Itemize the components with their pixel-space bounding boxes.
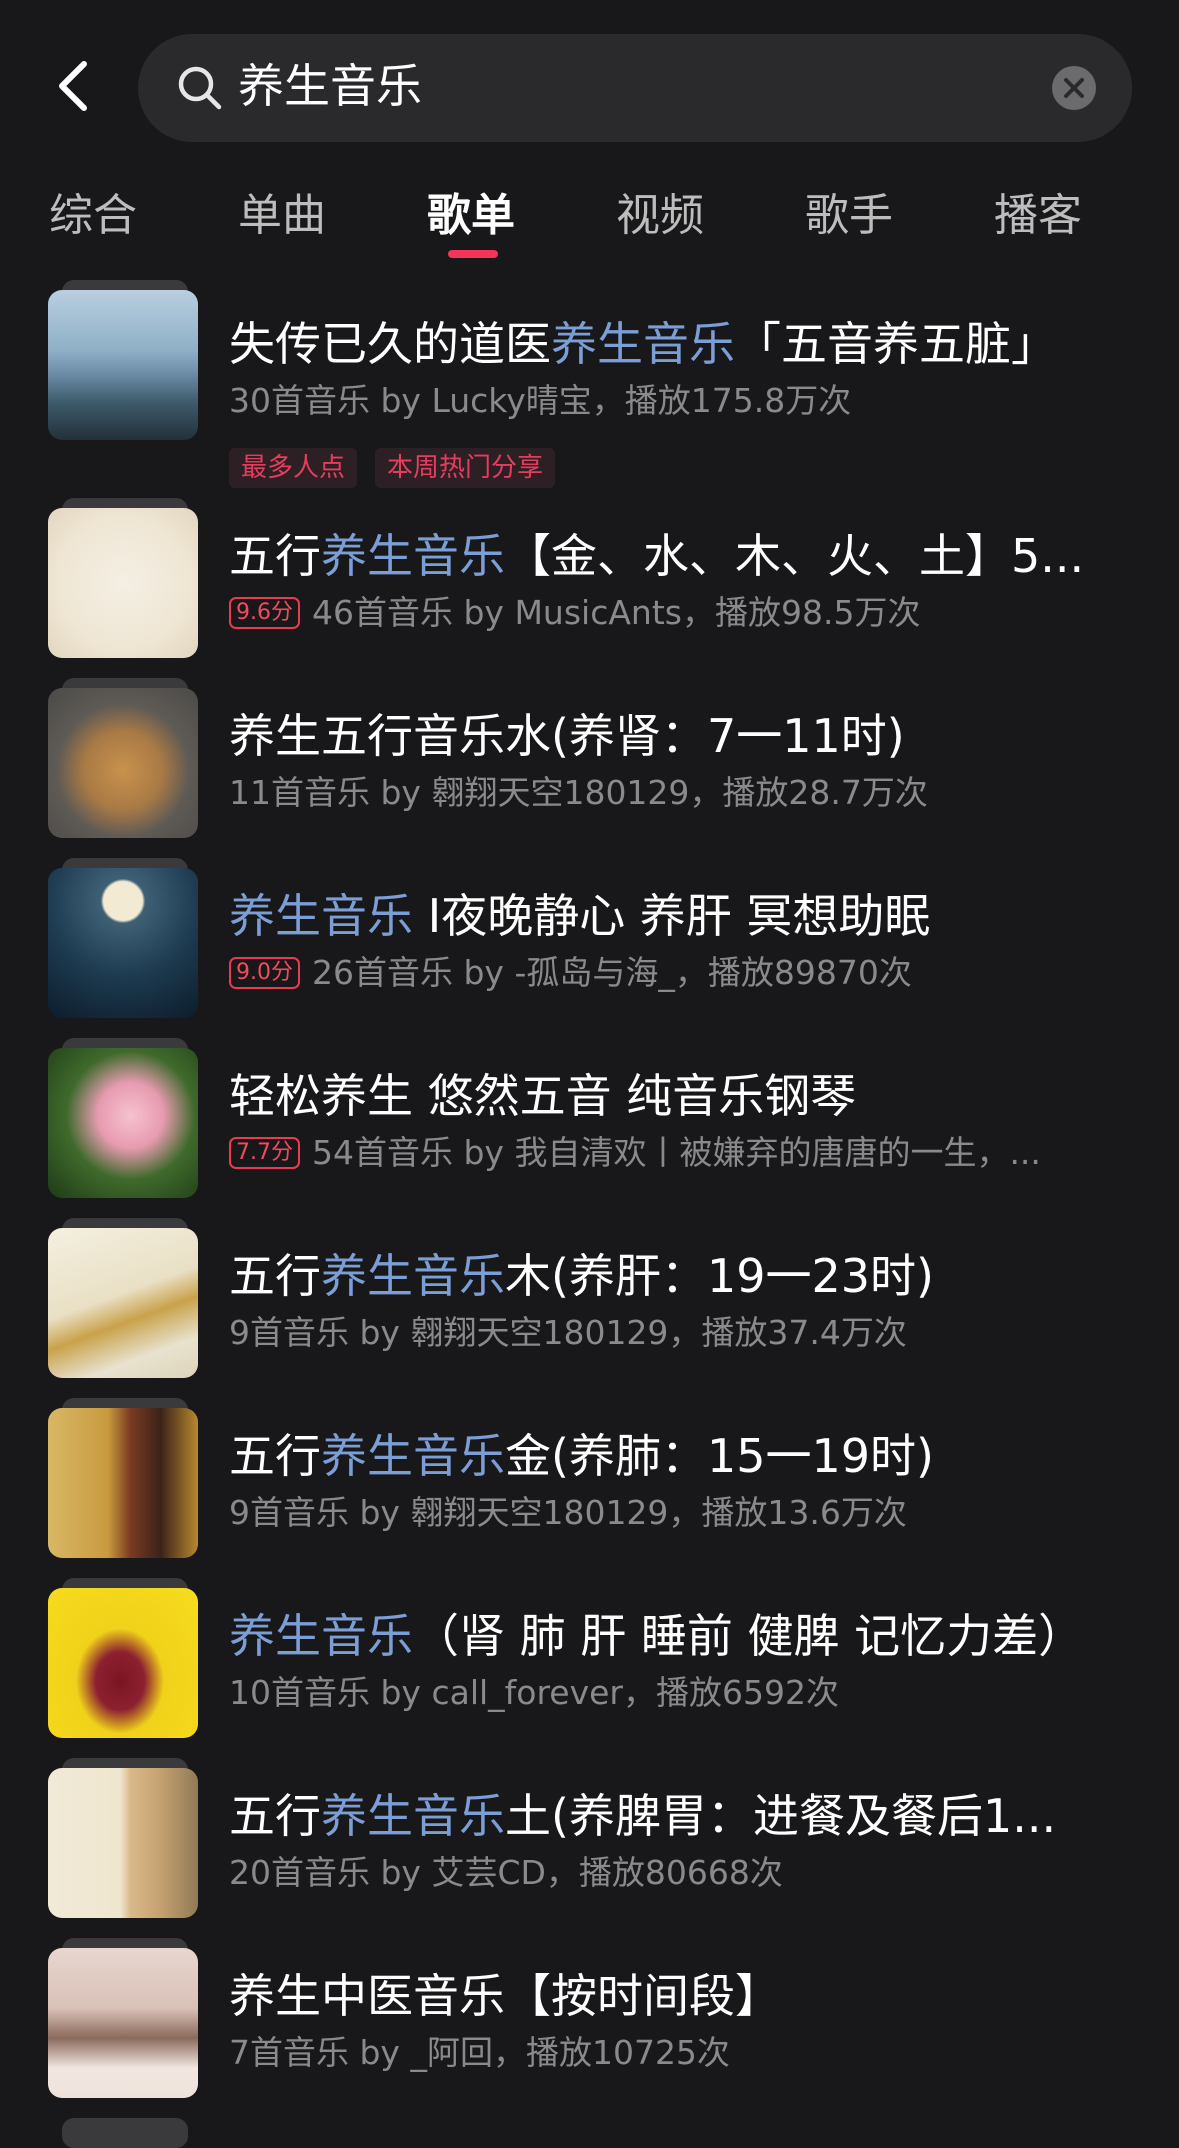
playlist-meta: 9首音乐 by 翱翔天空180129，播放13.6万次 — [229, 1493, 907, 1532]
playlist-title: 养生音乐（肾 肺 肝 睡前 健脾 记忆力差） — [229, 1609, 1085, 1663]
playlist-title: 养生中医音乐【按时间段】 — [229, 1969, 781, 2023]
chevron-left-icon — [59, 61, 87, 111]
search-icon — [178, 66, 222, 110]
playlist-meta: 30首音乐 by Lucky晴宝，播放175.8万次 — [229, 381, 852, 420]
badge-weekly-hot: 本周热门分享 — [375, 448, 556, 488]
tab-podcasts[interactable]: 播客 — [994, 186, 1082, 246]
playlist-meta: 10首音乐 by call_forever，播放6592次 — [229, 1673, 839, 1712]
playlist-title: 养生音乐 I夜晚静心 养肝 冥想助眠 — [229, 889, 931, 943]
playlist-cover — [48, 868, 198, 1018]
rating-badge: 9.6分 — [229, 597, 300, 629]
tab-comprehensive[interactable]: 综合 — [49, 186, 137, 246]
rating-badge: 7.7分 — [229, 1137, 300, 1169]
playlist-cover — [48, 1768, 198, 1918]
playlist-meta: 20首音乐 by 艾芸CD，播放80668次 — [229, 1853, 783, 1892]
next-item-peek — [62, 2118, 188, 2148]
playlist-cover — [48, 1228, 198, 1378]
playlist-meta: 9.6分 46首音乐 by MusicAnts，播放98.5万次 — [229, 590, 920, 636]
playlist-item[interactable]: 轻松养生 悠然五音 纯音乐钢琴 7.7分 54首音乐 by 我自清欢丨被嫌弃的唐唐… — [0, 1038, 1179, 1203]
playlist-title: 五行养生音乐金(养肺：15一19时) — [229, 1429, 934, 1483]
tab-videos[interactable]: 视频 — [616, 186, 704, 246]
playlist-meta: 9首音乐 by 翱翔天空180129，播放37.4万次 — [229, 1313, 907, 1352]
playlist-title: 养生五行音乐水(养肾：7一11时) — [229, 709, 905, 763]
playlist-title: 失传已久的道医养生音乐「五音养五脏」 — [229, 317, 1057, 371]
playlist-meta: 7首音乐 by _阿回，播放10725次 — [229, 2033, 730, 2072]
playlist-item[interactable]: 五行养生音乐土(养脾胃：进餐及餐后1... 20首音乐 by 艾芸CD，播放80… — [0, 1758, 1179, 1923]
playlist-meta: 7.7分 54首音乐 by 我自清欢丨被嫌弃的唐唐的一生，... — [229, 1130, 1041, 1176]
playlist-meta: 9.0分 26首音乐 by -孤岛与海_，播放89870次 — [229, 950, 912, 996]
playlist-item[interactable]: 养生中医音乐【按时间段】 7首音乐 by _阿回，播放10725次 — [0, 1938, 1179, 2103]
playlist-title: 五行养生音乐土(养脾胃：进餐及餐后1... — [229, 1789, 1057, 1843]
tab-songs[interactable]: 单曲 — [238, 186, 326, 246]
clear-search-button[interactable] — [1052, 66, 1096, 110]
playlist-item[interactable]: 五行养生音乐木(养肝：19一23时) 9首音乐 by 翱翔天空180129，播放… — [0, 1218, 1179, 1383]
tab-artists[interactable]: 歌手 — [805, 186, 893, 246]
playlist-title: 五行养生音乐木(养肝：19一23时) — [229, 1249, 934, 1303]
back-button[interactable] — [48, 56, 108, 116]
rating-badge: 9.0分 — [229, 957, 300, 989]
playlist-meta: 11首音乐 by 翱翔天空180129，播放28.7万次 — [229, 773, 928, 812]
playlist-item[interactable]: 养生五行音乐水(养肾：7一11时) 11首音乐 by 翱翔天空180129，播放… — [0, 678, 1179, 843]
playlist-cover — [48, 1948, 198, 2098]
playlist-item[interactable]: 养生音乐 I夜晚静心 养肝 冥想助眠 9.0分 26首音乐 by -孤岛与海_，播… — [0, 858, 1179, 1023]
playlist-cover — [48, 1408, 198, 1558]
playlist-item[interactable]: 五行养生音乐【金、水、木、火、土】5... 9.6分 46首音乐 by Music… — [0, 498, 1179, 663]
playlist-item[interactable]: 五行养生音乐金(养肺：15一19时) 9首音乐 by 翱翔天空180129，播放… — [0, 1398, 1179, 1563]
active-tab-indicator — [448, 250, 498, 258]
playlist-cover — [48, 688, 198, 838]
playlist-cover — [48, 290, 198, 440]
close-icon — [1052, 66, 1096, 110]
playlist-cover — [48, 508, 198, 658]
playlist-cover — [48, 1588, 198, 1738]
category-tabs: 综合 单曲 歌单 视频 歌手 播客 — [0, 180, 1179, 270]
playlist-title: 轻松养生 悠然五音 纯音乐钢琴 — [229, 1069, 857, 1123]
badge-most-clicked: 最多人点 — [229, 448, 358, 488]
top-bar: 养生音乐 — [0, 0, 1179, 180]
search-query: 养生音乐 — [238, 59, 422, 113]
tab-playlists[interactable]: 歌单 — [427, 186, 515, 246]
playlist-item[interactable]: 养生音乐（肾 肺 肝 睡前 健脾 记忆力差） 10首音乐 by call_for… — [0, 1578, 1179, 1743]
playlist-cover — [48, 1048, 198, 1198]
playlist-item[interactable]: 失传已久的道医养生音乐「五音养五脏」 30首音乐 by Lucky晴宝，播放17… — [0, 280, 1179, 490]
playlist-title: 五行养生音乐【金、水、木、火、土】5... — [229, 529, 1085, 583]
search-input[interactable]: 养生音乐 — [138, 34, 1132, 142]
